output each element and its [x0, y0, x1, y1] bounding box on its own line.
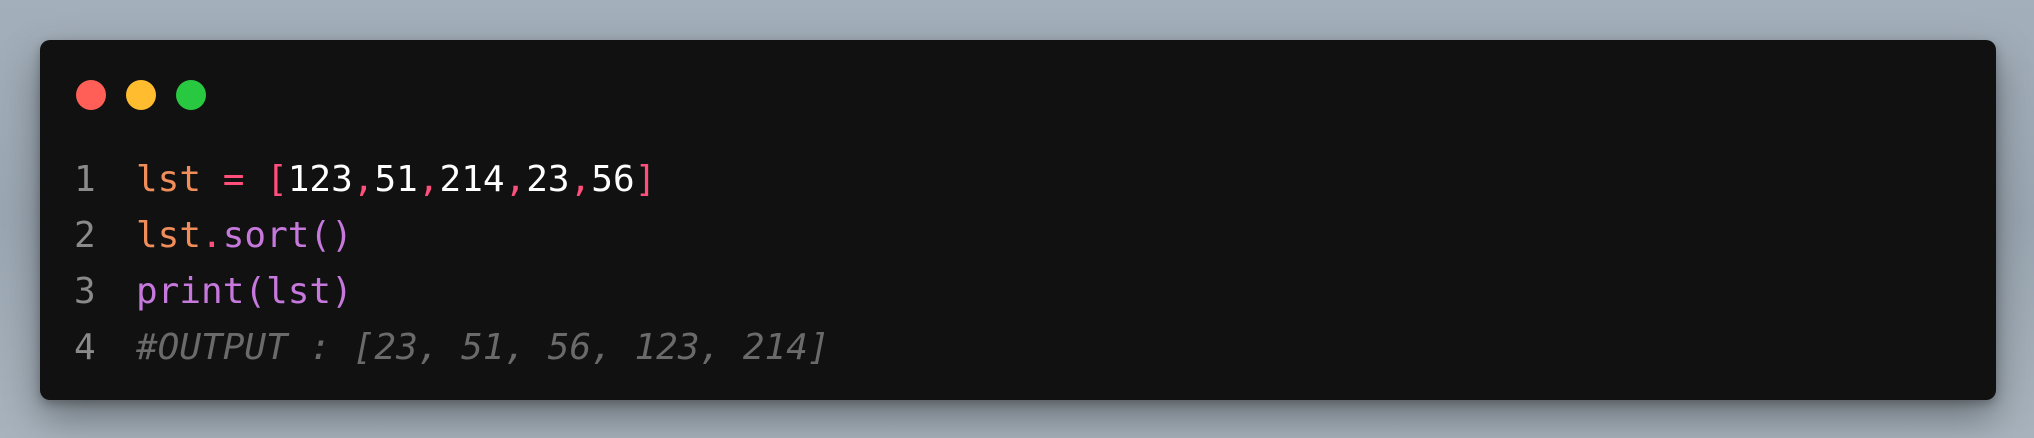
code-token-number: 214: [439, 159, 505, 200]
close-dot-icon[interactable]: [76, 80, 106, 110]
code-line: 1 lst = [123, 51, 214, 23, 56]: [40, 152, 656, 208]
maximize-dot-icon[interactable]: [176, 80, 206, 110]
code-token-number: 23: [526, 159, 570, 200]
code-token-variable: lst: [136, 215, 202, 256]
code-token-method: ): [331, 271, 353, 312]
code-token-operator: ,: [352, 159, 375, 200]
code-token-operator: ,: [504, 159, 527, 200]
code-line: 4 #OUTPUT : [23, 51, 56, 123, 214]: [40, 320, 830, 376]
code-line: 2 lst. sort(): [40, 208, 353, 264]
code-token-operator: ,: [417, 159, 440, 200]
line-number: 1: [74, 159, 96, 200]
code-token-method: (): [309, 215, 353, 256]
window-controls: [76, 80, 206, 110]
code-token-operator: .: [201, 215, 223, 256]
code-token-number: 51: [374, 159, 418, 200]
code-token-method: lst: [266, 271, 332, 312]
line-number: 3: [74, 271, 96, 312]
line-number: 4: [74, 327, 96, 368]
code-token-method: (: [244, 271, 267, 312]
code-token-number: 123: [287, 159, 353, 200]
code-token-number: 56: [591, 159, 635, 200]
code-window: 1 lst = [123, 51, 214, 23, 56] 2 lst. sort() 3 pri…: [40, 40, 1996, 400]
code-token-variable: lst: [136, 159, 202, 200]
line-number: 2: [74, 215, 96, 256]
code-token-comment: #OUTPUT : [23, 51, 56, 123, 214]: [136, 327, 830, 368]
code-line: 3 print(lst): [40, 264, 353, 320]
code-token-method: sort: [222, 215, 310, 256]
code-token-operator: [: [266, 159, 288, 200]
code-token-method: print: [136, 271, 245, 312]
minimize-dot-icon[interactable]: [126, 80, 156, 110]
code-token-operator: ,: [569, 159, 592, 200]
code-token-operator: ]: [634, 159, 657, 200]
code-token-operator: =: [201, 159, 267, 200]
